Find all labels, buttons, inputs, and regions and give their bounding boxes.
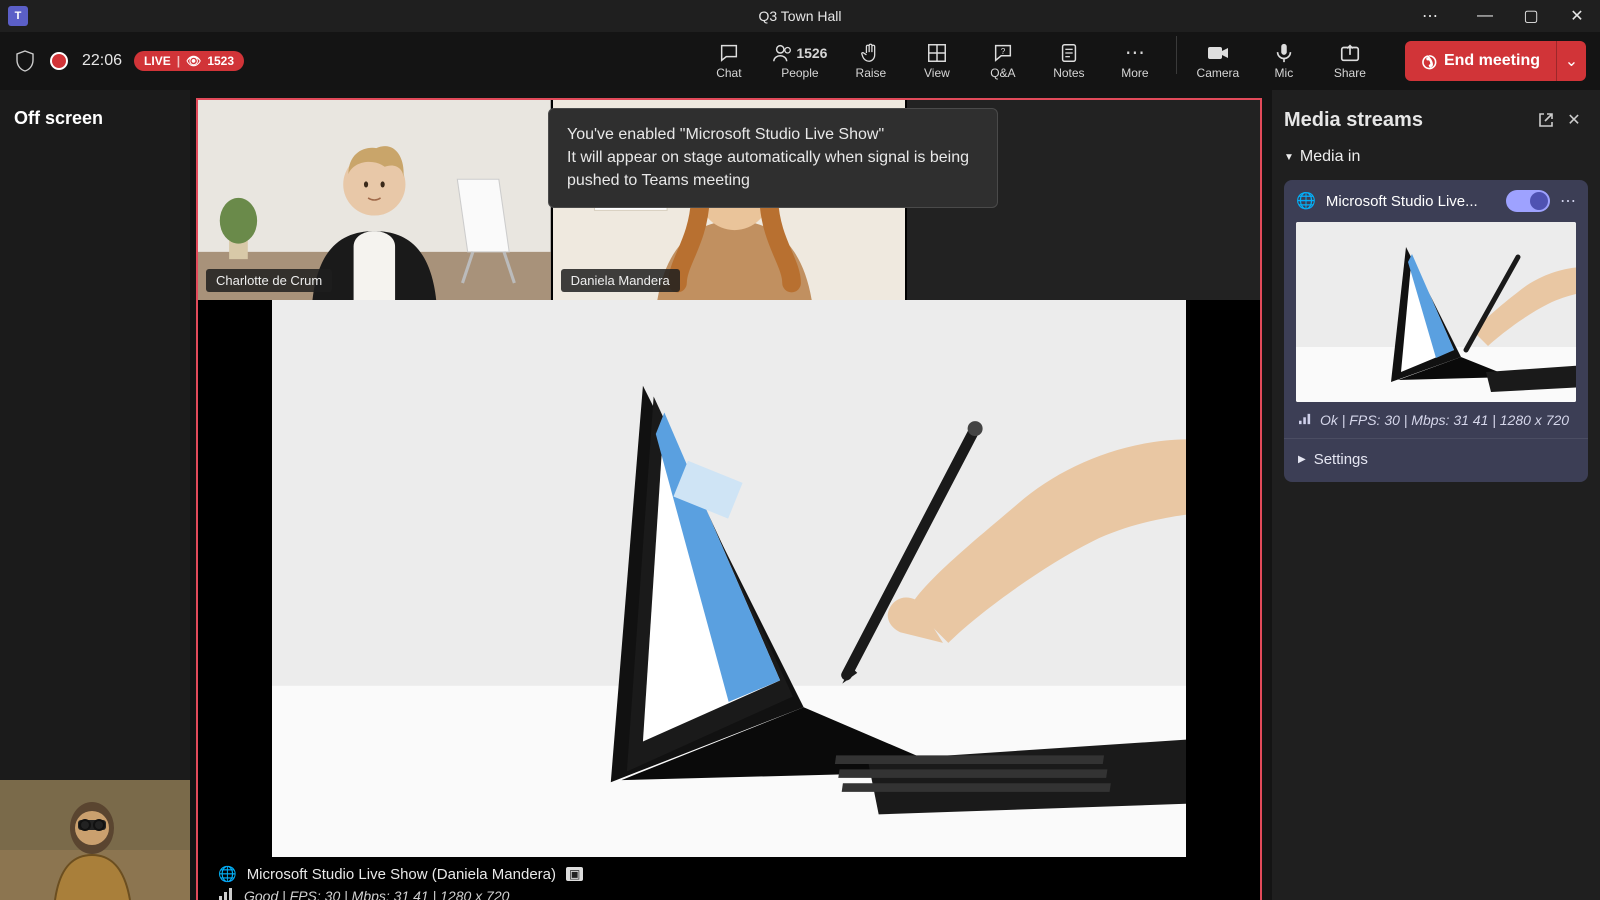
shared-content-area: 🌐 Microsoft Studio Live Show (Daniela Ma… [198, 300, 1260, 900]
self-preview-tile[interactable] [0, 780, 190, 900]
media-in-section[interactable]: ▼ Media in [1284, 148, 1588, 166]
shield-icon[interactable] [14, 50, 36, 72]
qa-button[interactable]: ? Q&A [972, 36, 1034, 86]
stream-name: Microsoft Studio Live... [1326, 193, 1496, 210]
share-button[interactable]: Share [1319, 36, 1381, 86]
close-panel-icon[interactable]: ✕ [1560, 106, 1588, 134]
toolbar-actions: Chat 1526 People Raise View ? Q&A [698, 36, 1381, 86]
participant-tile-1[interactable]: Charlotte de Crum [198, 100, 551, 300]
meeting-stage: You've enabled "Microsoft Studio Live Sh… [196, 98, 1262, 900]
minimize-button[interactable]: ― [1462, 0, 1508, 32]
window-title: Q3 Town Hall [758, 8, 841, 24]
stream-more-icon[interactable]: ⋯ [1560, 191, 1576, 211]
chat-button[interactable]: Chat [698, 36, 760, 86]
camera-button[interactable]: Camera [1187, 36, 1249, 86]
shared-content-title: Microsoft Studio Live Show (Daniela Mand… [247, 866, 556, 883]
people-button[interactable]: 1526 People [764, 36, 836, 86]
participant-name-1: Charlotte de Crum [206, 269, 332, 292]
live-badge: LIVE | 👁 1523 [134, 51, 244, 71]
raise-hand-button[interactable]: Raise [840, 36, 902, 86]
mic-icon [1273, 42, 1295, 64]
stream-card: 🌐 Microsoft Studio Live... ⋯ [1284, 180, 1588, 482]
globe-icon: 🌐 [218, 865, 237, 883]
people-icon: 1526 [772, 42, 827, 64]
qa-icon: ? [992, 42, 1014, 64]
maximize-button[interactable]: ▢ [1508, 0, 1554, 32]
eye-icon: 👁 [186, 54, 201, 68]
shared-content-footer: 🌐 Microsoft Studio Live Show (Daniela Ma… [198, 857, 1260, 900]
off-screen-panel: Off screen [0, 90, 190, 900]
people-count: 1526 [796, 46, 827, 60]
off-screen-title: Off screen [14, 108, 176, 129]
hand-icon [860, 42, 882, 64]
shared-content-stats: Good | FPS: 30 | Mbps: 31 41 | 1280 x 72… [244, 888, 509, 900]
close-window-button[interactable]: ✕ [1554, 0, 1600, 32]
toolbar-divider [1176, 36, 1177, 74]
live-label: LIVE [144, 54, 171, 68]
mic-button[interactable]: Mic [1253, 36, 1315, 86]
camera-icon [1206, 42, 1230, 64]
popout-icon[interactable] [1532, 106, 1560, 134]
hangup-icon: ✆ [1416, 48, 1442, 74]
signal-icon [218, 887, 234, 900]
chevron-right-icon: ▶ [1298, 454, 1306, 465]
window-controls: ― ▢ ✕ [1462, 0, 1600, 32]
signal-icon [1298, 412, 1312, 428]
end-meeting-button[interactable]: ✆ End meeting ⌄ [1405, 41, 1586, 81]
participant-name-2: Daniela Mandera [561, 269, 680, 292]
stream-toggle[interactable] [1506, 190, 1550, 212]
stream-stats: Ok | FPS: 30 | Mbps: 31 41 | 1280 x 720 [1320, 412, 1569, 428]
view-button[interactable]: View [906, 36, 968, 86]
chevron-down-icon: ▼ [1284, 152, 1294, 163]
notice-line2: It will appear on stage automatically wh… [567, 146, 979, 192]
meeting-body: Off screen You've enabled "Microsoft Stu… [0, 90, 1600, 900]
titlebar: T Q3 Town Hall ⋯ ― ▢ ✕ [0, 0, 1600, 32]
meeting-toolbar: 22:06 LIVE | 👁 1523 Chat 1526 People [0, 32, 1600, 90]
svg-text:?: ? [1001, 47, 1006, 56]
record-indicator [48, 50, 70, 72]
stage-container: You've enabled "Microsoft Studio Live Sh… [190, 90, 1272, 900]
viewer-count: 1523 [207, 54, 234, 68]
notice-line1: You've enabled "Microsoft Studio Live Sh… [567, 123, 979, 146]
more-icon: ⋯ [1125, 42, 1145, 64]
media-streams-title: Media streams [1284, 109, 1532, 132]
stream-settings-row[interactable]: ▶ Settings [1284, 438, 1588, 482]
chat-icon [718, 42, 740, 64]
stream-enabled-notice: You've enabled "Microsoft Studio Live Sh… [548, 108, 998, 208]
more-button[interactable]: ⋯ More [1104, 36, 1166, 86]
presenter-icon: ▣ [566, 867, 583, 881]
globe-icon: 🌐 [1296, 191, 1316, 211]
grid-icon [926, 42, 948, 64]
title-more-button[interactable]: ⋯ [1410, 0, 1450, 32]
end-meeting-chevron[interactable]: ⌄ [1556, 41, 1586, 81]
shared-content-image [272, 300, 1185, 857]
media-streams-panel: Media streams ✕ ▼ Media in 🌐 Microsoft S… [1272, 90, 1600, 900]
meeting-timer: 22:06 [82, 52, 122, 70]
notes-button[interactable]: Notes [1038, 36, 1100, 86]
teams-app-icon: T [8, 6, 28, 26]
notes-icon [1058, 42, 1080, 64]
share-icon [1339, 42, 1361, 64]
stream-thumbnail [1296, 222, 1576, 402]
